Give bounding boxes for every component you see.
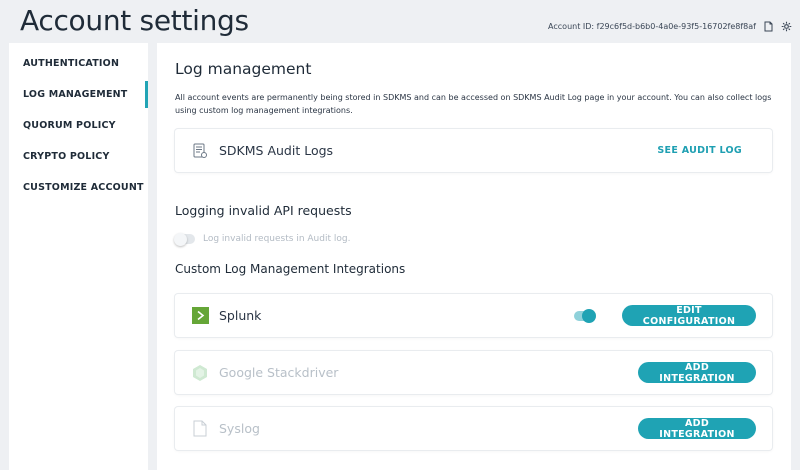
integration-name-google-stackdriver: Google Stackdriver [219, 365, 339, 380]
integration-name-splunk: Splunk [219, 308, 262, 323]
edit-configuration-button[interactable]: EDIT CONFIGURATION [622, 305, 756, 327]
settings-sidebar: AUTHENTICATION LOG MANAGEMENT QUORUM POL… [9, 43, 148, 470]
copy-document-icon[interactable] [762, 20, 774, 32]
invalid-requests-toggle-row: Log invalid requests in Audit log. [174, 232, 351, 246]
section-title-invalid-requests: Logging invalid API requests [175, 203, 352, 218]
audit-log-icon [191, 142, 209, 160]
see-audit-log-button[interactable]: SEE AUDIT LOG [657, 145, 742, 156]
add-integration-button-syslog[interactable]: ADD INTEGRATION [638, 418, 756, 440]
splunk-icon [191, 307, 209, 325]
integration-name-syslog: Syslog [219, 421, 260, 436]
sidebar-item-quorum-policy[interactable]: QUORUM POLICY [9, 110, 148, 141]
splunk-enabled-toggle[interactable] [574, 308, 596, 323]
invalid-requests-toggle[interactable] [174, 232, 195, 246]
audit-logs-card: SDKMS Audit Logs SEE AUDIT LOG [175, 129, 772, 172]
gear-icon[interactable] [780, 20, 792, 32]
integration-card-splunk: Splunk EDIT CONFIGURATION [175, 294, 772, 337]
page-title: Account settings [20, 4, 249, 37]
log-management-description: All account events are permanently being… [175, 93, 772, 115]
sidebar-item-customize-account[interactable]: CUSTOMIZE ACCOUNT [9, 172, 148, 203]
stackdriver-icon [191, 364, 209, 382]
invalid-requests-toggle-label: Log invalid requests in Audit log. [203, 234, 351, 244]
audit-logs-name: SDKMS Audit Logs [219, 143, 334, 158]
section-title-integrations: Custom Log Management Integrations [175, 262, 406, 276]
section-title-log-management: Log management [175, 60, 312, 78]
account-id-bar: Account ID: f29c6f5d-b6b0-4a0e-93f5-1670… [548, 20, 792, 32]
sidebar-item-authentication[interactable]: AUTHENTICATION [9, 48, 148, 79]
account-id-text: Account ID: f29c6f5d-b6b0-4a0e-93f5-1670… [548, 21, 756, 31]
integration-card-google-stackdriver: Google Stackdriver ADD INTEGRATION [175, 351, 772, 394]
integration-card-syslog: Syslog ADD INTEGRATION [175, 407, 772, 450]
log-management-panel: Log management All account events are pe… [157, 43, 791, 470]
add-integration-button-stackdriver[interactable]: ADD INTEGRATION [638, 362, 756, 384]
sidebar-item-crypto-policy[interactable]: CRYPTO POLICY [9, 141, 148, 172]
syslog-file-icon [191, 420, 209, 438]
sidebar-item-log-management[interactable]: LOG MANAGEMENT [9, 79, 148, 110]
